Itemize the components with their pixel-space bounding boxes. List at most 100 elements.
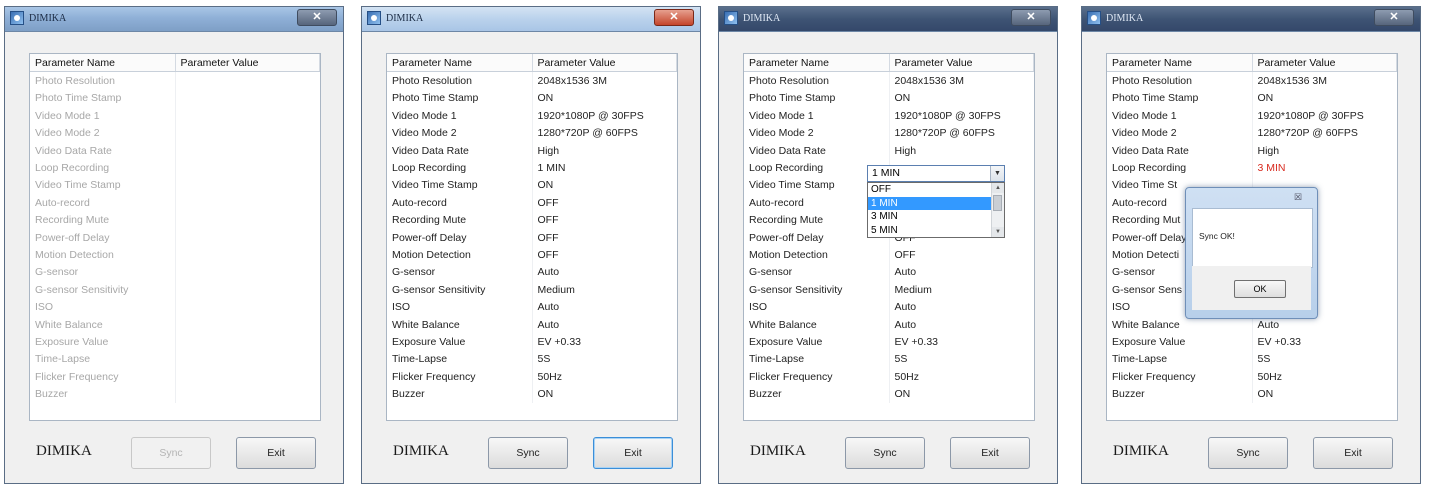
parameter-row[interactable]: Video Data Rate High xyxy=(1107,141,1397,160)
parameter-value[interactable]: 50Hz xyxy=(889,368,1034,385)
column-header-name[interactable]: Parameter Name xyxy=(387,54,533,73)
parameter-value[interactable]: ON xyxy=(1252,90,1397,107)
parameter-row[interactable]: Photo Resolution 2048x1536 3M xyxy=(744,71,1034,90)
scroll-up-icon[interactable]: ▲ xyxy=(992,183,1004,193)
dropdown-scrollbar[interactable]: ▲ ▼ xyxy=(991,183,1004,237)
parameter-row[interactable]: Video Mode 1 1920*1080P @ 30FPS xyxy=(744,107,1034,125)
parameter-value[interactable]: Medium xyxy=(532,281,677,298)
parameter-value[interactable]: ON xyxy=(532,177,677,194)
sync-button[interactable]: Sync xyxy=(488,437,568,469)
column-header-value[interactable]: Parameter Value xyxy=(1252,54,1397,73)
sync-button[interactable]: Sync xyxy=(845,437,925,469)
parameter-row[interactable]: Time-Lapse 5S xyxy=(1107,350,1397,369)
parameter-value[interactable]: 1 MIN xyxy=(532,159,677,176)
parameter-value[interactable]: High xyxy=(532,142,677,159)
parameter-value[interactable] xyxy=(175,246,320,263)
parameter-row[interactable]: Buzzer xyxy=(30,385,320,403)
exit-button[interactable]: Exit xyxy=(236,437,316,469)
parameter-value[interactable]: 50Hz xyxy=(1252,368,1397,385)
parameter-row[interactable]: Buzzer ON xyxy=(1107,385,1397,403)
title-bar[interactable]: DIMIKA ✕ xyxy=(1082,7,1420,32)
parameter-row[interactable]: Exposure Value EV +0.33 xyxy=(744,333,1034,351)
parameter-row[interactable]: Motion Detection OFF xyxy=(744,246,1034,264)
title-bar[interactable]: DIMIKA ✕ xyxy=(362,7,700,32)
column-header-name[interactable]: Parameter Name xyxy=(1107,54,1253,73)
parameter-value[interactable]: 2048x1536 3M xyxy=(1252,72,1397,90)
parameter-value[interactable]: 5S xyxy=(889,351,1034,368)
sync-button[interactable]: Sync xyxy=(1208,437,1288,469)
parameter-row[interactable]: G-sensor xyxy=(30,263,320,282)
parameter-row[interactable]: Loop Recording 1 MIN xyxy=(387,159,677,177)
parameter-row[interactable]: ISO xyxy=(30,298,320,316)
parameter-value[interactable] xyxy=(175,229,320,246)
option-off[interactable]: OFF xyxy=(868,183,991,197)
parameter-value[interactable] xyxy=(175,351,320,368)
parameter-row[interactable]: Photo Time Stamp ON xyxy=(387,89,677,108)
close-icon[interactable]: ✕ xyxy=(654,9,694,26)
parameter-row[interactable]: Flicker Frequency 50Hz xyxy=(1107,368,1397,386)
parameter-value[interactable]: ON xyxy=(889,385,1034,402)
column-header-value[interactable]: Parameter Value xyxy=(889,54,1034,73)
exit-button[interactable]: Exit xyxy=(593,437,673,469)
parameter-row[interactable]: Video Data Rate High xyxy=(744,141,1034,160)
parameter-row[interactable]: Video Time StampON xyxy=(387,176,677,195)
parameter-value[interactable]: Auto xyxy=(889,298,1034,315)
parameter-value[interactable] xyxy=(175,298,320,315)
parameter-value[interactable]: Auto xyxy=(532,316,677,333)
parameter-row[interactable]: ISO Auto xyxy=(387,298,677,316)
parameter-row[interactable]: Time-Lapse 5S xyxy=(387,350,677,369)
parameter-value[interactable]: OFF xyxy=(889,246,1034,263)
parameter-row[interactable]: G-sensor Sensitivity Medium xyxy=(387,281,677,299)
parameter-row[interactable]: G-sensor Sensitivity xyxy=(30,281,320,299)
close-icon[interactable]: ✕ xyxy=(1011,9,1051,26)
option-3-min[interactable]: 3 MIN xyxy=(868,210,991,224)
parameter-row[interactable]: Recording MuteOFF xyxy=(387,211,677,229)
parameter-value[interactable]: 1280*720P @ 60FPS xyxy=(532,125,677,142)
parameter-value[interactable]: Auto xyxy=(532,298,677,315)
parameter-value[interactable] xyxy=(175,159,320,176)
parameter-value[interactable]: ON xyxy=(532,90,677,107)
parameter-value[interactable]: High xyxy=(1252,142,1397,159)
close-icon[interactable]: ✕ xyxy=(1374,9,1414,26)
parameter-row[interactable]: Auto-record xyxy=(30,194,320,212)
parameter-value[interactable] xyxy=(175,194,320,211)
parameter-value[interactable] xyxy=(175,142,320,159)
parameter-value[interactable]: 1280*720P @ 60FPS xyxy=(1252,125,1397,142)
parameter-row[interactable]: Exposure Value xyxy=(30,333,320,351)
parameter-value[interactable]: 5S xyxy=(1252,351,1397,368)
parameter-value[interactable]: ON xyxy=(1252,385,1397,402)
parameter-row[interactable]: Flicker Frequency xyxy=(30,368,320,386)
parameter-value[interactable]: ON xyxy=(532,385,677,402)
parameter-row[interactable]: Power-off Delay xyxy=(30,228,320,247)
parameter-row[interactable]: Flicker Frequency 50Hz xyxy=(744,368,1034,386)
column-header-value[interactable]: Parameter Value xyxy=(175,54,320,73)
ok-button[interactable]: OK xyxy=(1234,280,1286,298)
loop-recording-select[interactable]: 1 MIN ▼ xyxy=(867,165,1005,182)
title-bar[interactable]: DIMIKA ✕ xyxy=(719,7,1057,32)
parameter-value[interactable]: Auto xyxy=(889,264,1034,281)
parameter-row[interactable]: Video Mode 2 1280*720P @ 60FPS xyxy=(744,124,1034,142)
parameter-row[interactable]: Time-Lapse xyxy=(30,350,320,369)
parameter-row[interactable]: G-sensor Auto xyxy=(387,263,677,282)
parameter-row[interactable]: Exposure Value EV +0.33 xyxy=(1107,333,1397,351)
parameter-row[interactable]: White Balance Auto xyxy=(744,315,1034,334)
parameter-row[interactable]: Buzzer ON xyxy=(387,385,677,403)
parameter-row[interactable]: Video Mode 1 xyxy=(30,107,320,125)
parameter-value[interactable]: 1920*1080P @ 30FPS xyxy=(532,107,677,124)
parameter-value[interactable]: 5S xyxy=(532,351,677,368)
parameter-value[interactable]: OFF xyxy=(532,194,677,211)
title-bar[interactable]: DIMIKA ✕ xyxy=(5,7,343,32)
parameter-value[interactable] xyxy=(175,177,320,194)
parameter-row[interactable]: Photo Resolution 2048x1536 3M xyxy=(387,71,677,90)
parameter-row[interactable]: Photo Time Stamp ON xyxy=(1107,89,1397,108)
parameter-row[interactable]: Loop Recording xyxy=(30,159,320,177)
exit-button[interactable]: Exit xyxy=(950,437,1030,469)
sync-button[interactable]: Sync xyxy=(131,437,211,469)
parameter-row[interactable]: Loop Recording 3 MIN xyxy=(1107,159,1397,177)
parameter-row[interactable]: Video Data Rate High xyxy=(387,141,677,160)
parameter-value[interactable]: EV +0.33 xyxy=(1252,333,1397,350)
parameter-row[interactable]: Motion Detection OFF xyxy=(387,246,677,264)
parameter-row[interactable]: Photo Time Stamp xyxy=(30,89,320,108)
parameter-value[interactable] xyxy=(175,264,320,281)
parameter-value[interactable]: 1920*1080P @ 30FPS xyxy=(889,107,1034,124)
